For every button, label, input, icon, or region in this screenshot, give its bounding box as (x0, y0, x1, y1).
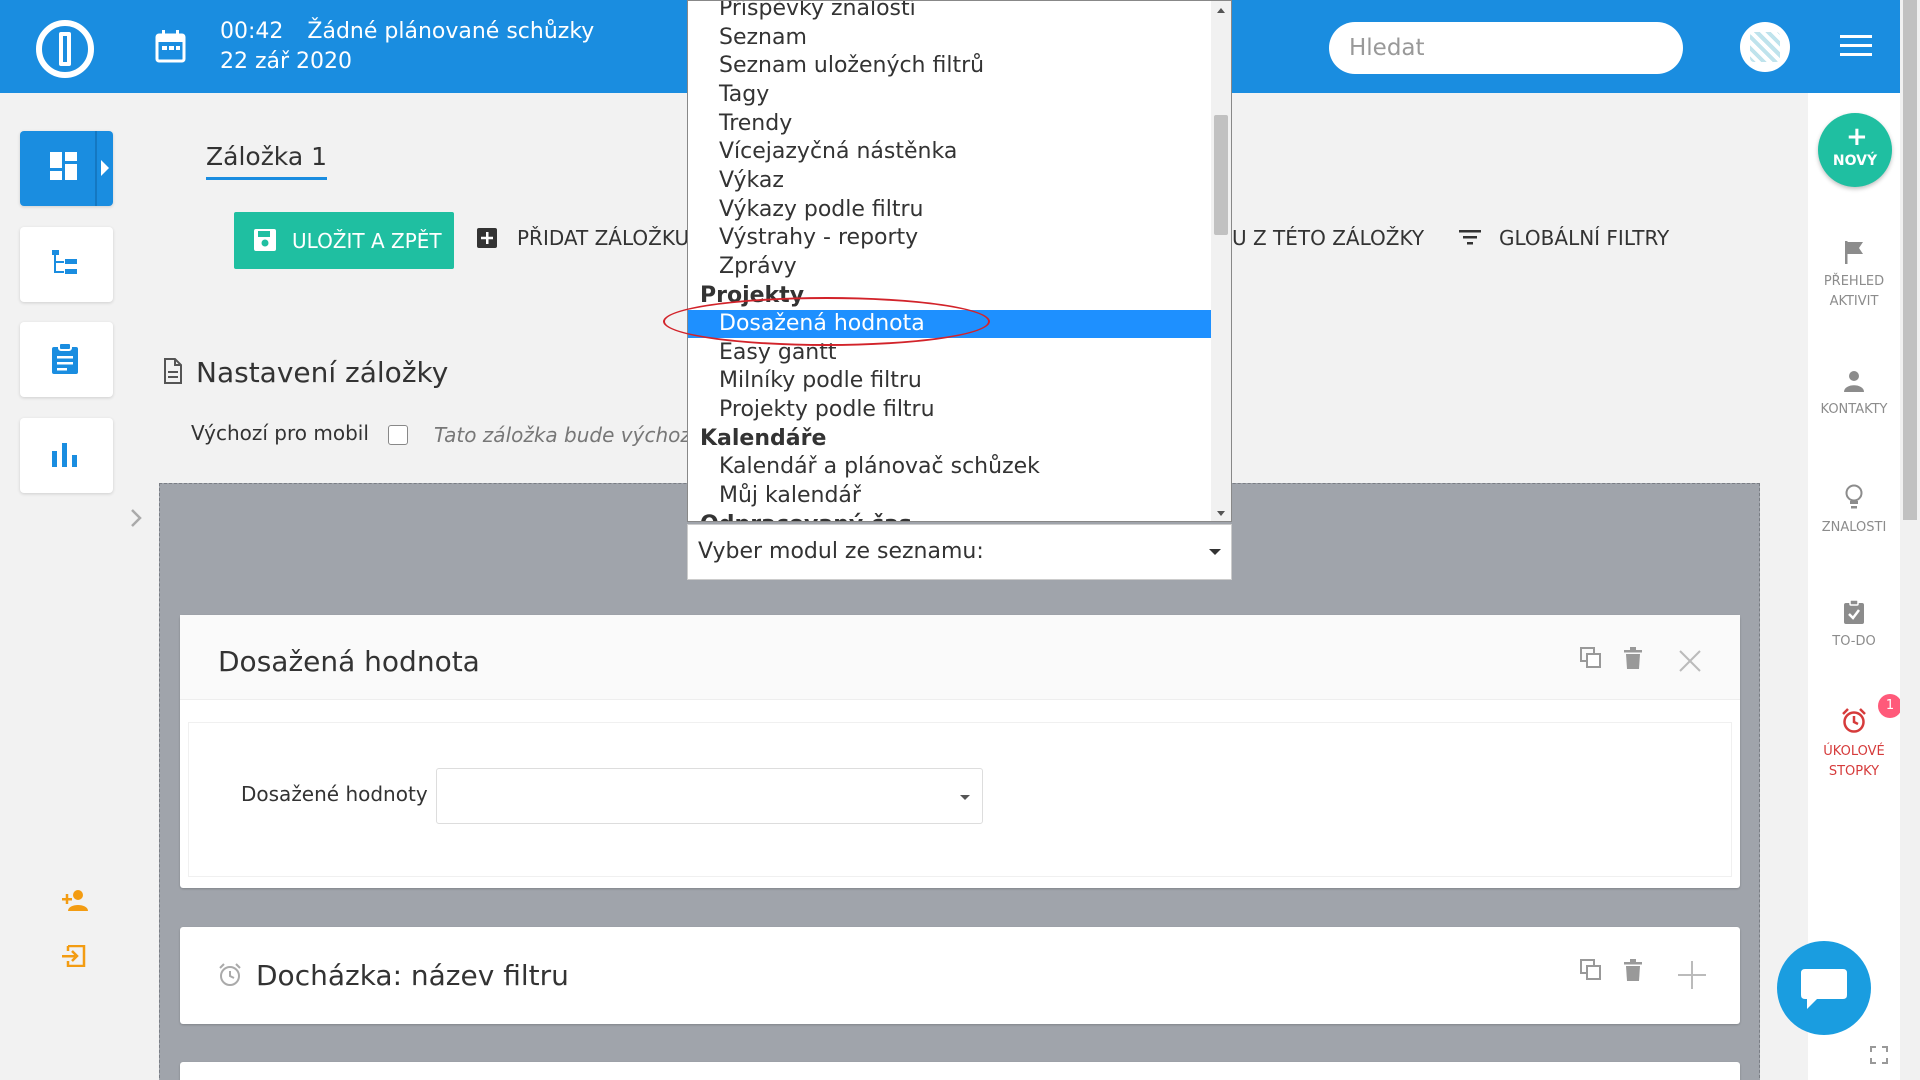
current-time: 00:42 (220, 19, 284, 44)
add-tab-button[interactable]: PŘIDAT ZÁLOŽKU (477, 226, 690, 250)
save-and-back-button[interactable]: ULOŽIT A ZPĚT (234, 212, 454, 269)
trash-icon[interactable] (1624, 959, 1642, 981)
dropdown-item[interactable]: Tagy (688, 81, 1211, 109)
tab-zalozka-1[interactable]: Záložka 1 (206, 142, 328, 180)
module-card-next (180, 1062, 1740, 1080)
dropdown-item[interactable]: Trendy (688, 110, 1211, 138)
hamburger-menu-icon[interactable] (1840, 35, 1872, 59)
remove-from-tab-button[interactable]: U Z TÉTO ZÁLOŽKY (1232, 226, 1424, 250)
dropdown-item[interactable]: Seznam uložených filtrů (688, 52, 1211, 80)
earned-values-label: Dosažené hodnoty (241, 782, 428, 806)
search-input[interactable] (1329, 22, 1683, 74)
module-select[interactable]: Vyber modul ze seznamu: (687, 524, 1232, 580)
dropdown-item[interactable]: Výkaz (688, 167, 1211, 195)
scroll-thumb[interactable] (1214, 115, 1228, 235)
user-avatar[interactable] (1740, 22, 1790, 72)
expand-caret-icon (101, 160, 109, 176)
global-filters-button[interactable]: GLOBÁLNÍ FILTRY (1459, 226, 1670, 250)
lightbulb-icon (1845, 484, 1863, 509)
timers-badge: 1 (1878, 694, 1902, 718)
copy-icon[interactable] (1580, 959, 1602, 981)
dropdown-scrollbar[interactable] (1211, 1, 1231, 521)
sidebar-reports-button[interactable] (20, 418, 113, 493)
add-user-icon[interactable] (62, 889, 90, 911)
filter-icon (1459, 230, 1481, 245)
dropdown-item[interactable]: Projekty podle filtru (688, 396, 1211, 424)
dropdown-item[interactable]: Seznam (688, 24, 1211, 52)
new-label: NOVÝ (1832, 153, 1878, 169)
remove-from-tab-label: U Z TÉTO ZÁLOŽKY (1232, 226, 1425, 250)
trash-icon[interactable] (1624, 647, 1642, 669)
person-icon (1844, 371, 1864, 392)
card-title: Docházka: název filtru (256, 959, 569, 992)
tab-settings-title: Nastavení záložky (196, 356, 449, 389)
sidebar-dashboard-button[interactable] (20, 131, 113, 206)
annotation-highlight-ring (663, 297, 990, 346)
flag-icon (1845, 241, 1863, 264)
calendar-icon[interactable] (155, 30, 186, 63)
chevron-right-icon[interactable] (128, 508, 144, 528)
dropdown-item[interactable]: Kalendář a plánovač schůzek (688, 453, 1211, 481)
meetings-status: Žádné plánované schůzky (307, 19, 595, 44)
card-title: Dosažená hodnota (218, 645, 480, 678)
document-icon (164, 358, 182, 384)
task-timers-button[interactable]: ÚKOLOVÉ STOPKY (1808, 708, 1900, 782)
mobile-default-label: Výchozí pro mobil (191, 421, 369, 445)
plus-square-icon (477, 228, 497, 248)
mobile-default-description: Tato záložka bude výchozí pro mobil (434, 423, 688, 447)
save-and-back-label: ULOŽIT A ZPĚT (292, 228, 442, 253)
mobile-default-checkbox[interactable] (388, 425, 408, 445)
new-button[interactable]: + NOVÝ (1818, 113, 1892, 187)
module-card-earned-value: Dosažená hodnota (180, 615, 1740, 888)
chat-button[interactable] (1777, 941, 1871, 1035)
app-logo[interactable] (36, 20, 94, 78)
login-icon[interactable] (62, 945, 86, 967)
alarm-clock-icon (219, 963, 241, 986)
scroll-up-icon[interactable] (1217, 8, 1225, 13)
tree-structure-icon (52, 250, 77, 274)
todo-button[interactable]: TO-DO (1808, 600, 1900, 652)
dropdown-item[interactable]: Výstrahy - reporty (688, 224, 1211, 252)
dropdown-item[interactable]: Vícejazyčná nástěnka (688, 138, 1211, 166)
knowledge-button[interactable]: ZNALOSTI (1808, 484, 1900, 538)
current-time-and-meetings[interactable]: 00:42 Žádné plánované schůzky (220, 19, 594, 44)
earned-values-select[interactable] (436, 768, 983, 824)
fullscreen-icon[interactable] (1870, 1046, 1888, 1064)
sidebar-tasks-button[interactable] (20, 322, 113, 397)
alarm-clock-icon (1842, 708, 1866, 733)
floppy-disk-icon (254, 229, 276, 251)
clipboard-check-icon (1844, 600, 1864, 624)
current-date: 22 zář 2020 (220, 49, 353, 74)
dropdown-item[interactable]: Výkazy podle filtru (688, 196, 1211, 224)
expand-plus-icon[interactable] (1678, 961, 1706, 989)
module-select-value: Vyber modul ze seznamu: (698, 539, 984, 564)
dropdown-item[interactable]: Příspěvky znalostí (688, 1, 1211, 23)
sidebar-structure-button[interactable] (20, 227, 113, 302)
clipboard-icon (52, 343, 78, 374)
dropdown-arrow-icon (960, 795, 970, 800)
activity-overview-button[interactable]: PŘEHLED AKTIVIT (1808, 240, 1900, 312)
module-dropdown-list[interactable]: Příspěvky znalostí Seznam Seznam uložených… (687, 0, 1232, 522)
page-scrollbar[interactable] (1900, 0, 1920, 1080)
dropdown-item[interactable]: Můj kalendář (688, 482, 1211, 510)
chat-bubble-icon (1801, 969, 1847, 1009)
add-tab-label: PŘIDAT ZÁLOŽKU (517, 226, 690, 250)
dropdown-item[interactable]: Milníky podle filtru (688, 367, 1211, 395)
dropdown-group-header: Odpracovaný čas (688, 511, 1211, 521)
close-icon[interactable] (1678, 649, 1702, 673)
contacts-button[interactable]: KONTAKTY (1808, 370, 1900, 420)
copy-icon[interactable] (1580, 647, 1602, 669)
dropdown-group-header: Kalendáře (700, 425, 827, 451)
dropdown-item[interactable]: Zprávy (688, 253, 1211, 281)
bar-chart-icon (52, 443, 77, 467)
global-filters-label: GLOBÁLNÍ FILTRY (1499, 226, 1670, 250)
module-card-attendance: Docházka: název filtru (180, 927, 1740, 1024)
page-scroll-thumb[interactable] (1903, 0, 1917, 520)
dashboard-icon (50, 152, 77, 180)
scroll-down-icon[interactable] (1217, 511, 1225, 516)
dropdown-arrow-icon (1209, 549, 1221, 555)
